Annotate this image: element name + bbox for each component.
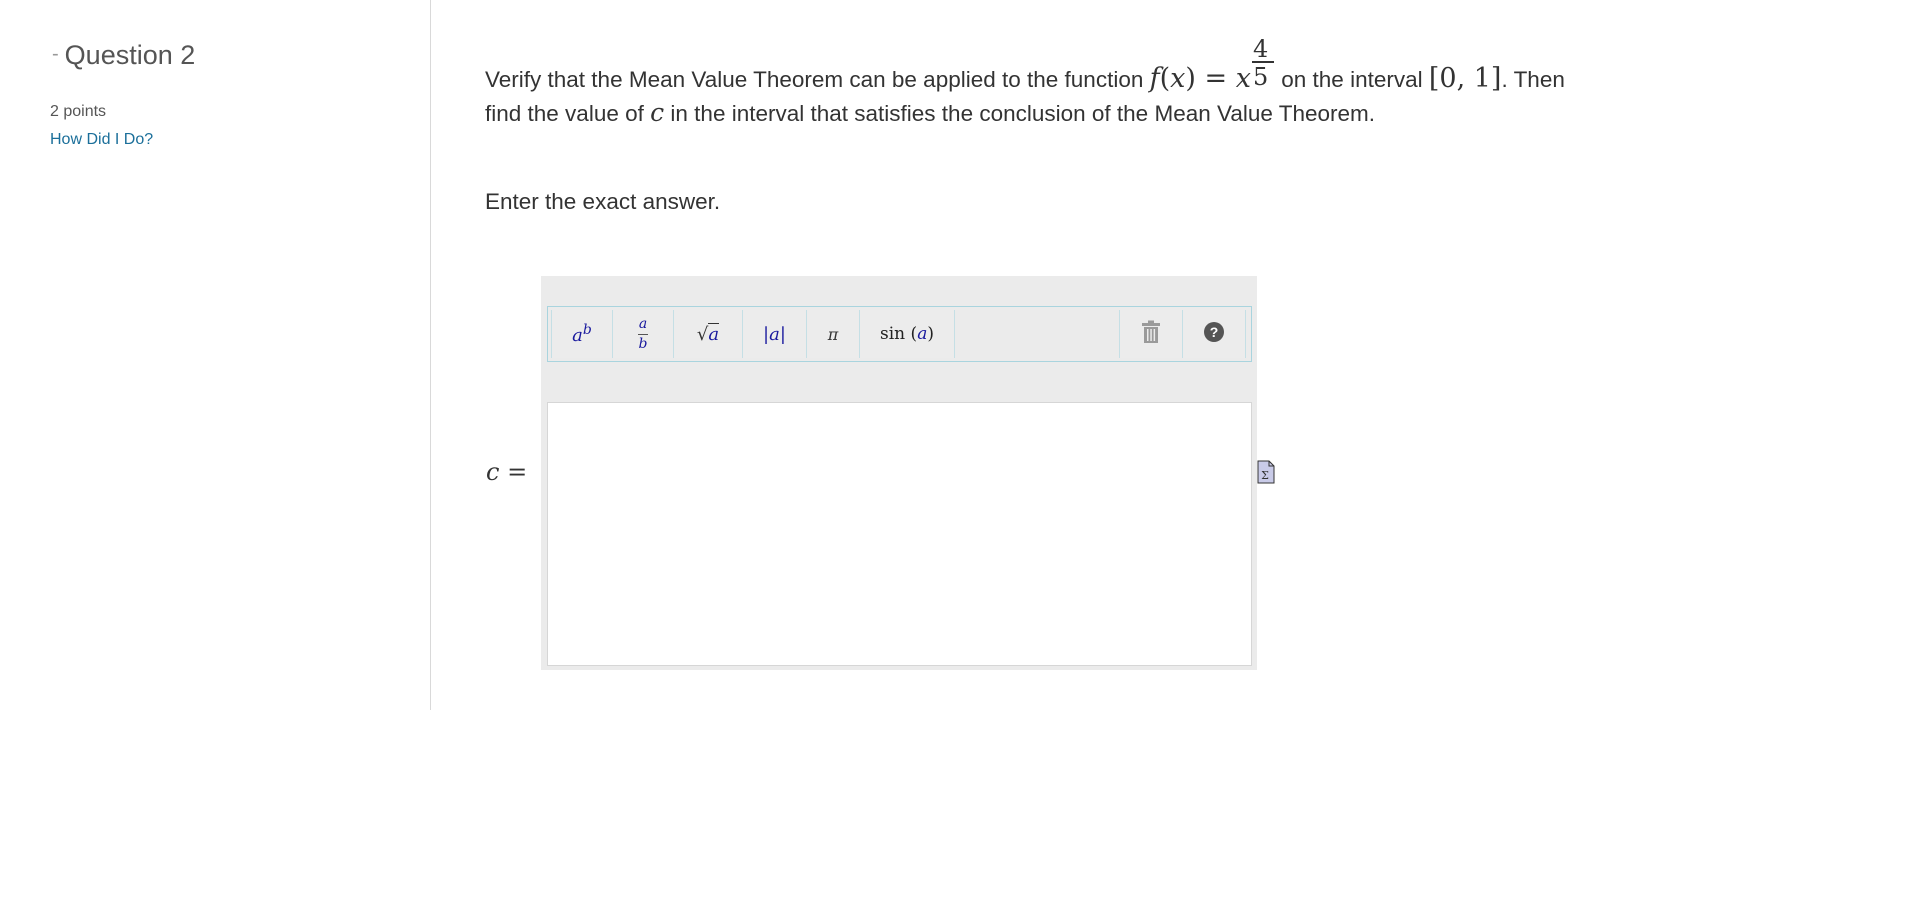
sqrt-icon: √a xyxy=(696,322,720,345)
sin-button[interactable]: sin (a) xyxy=(859,310,955,358)
question-text-part2: on the interval xyxy=(1281,67,1423,92)
math-f: f xyxy=(1149,63,1160,94)
trash-icon xyxy=(1141,320,1161,349)
how-did-i-do-link[interactable]: How Did I Do? xyxy=(50,131,153,149)
math-paren-open: ( xyxy=(1159,63,1171,94)
frac-bar xyxy=(638,333,648,335)
power-exp: b xyxy=(582,322,592,338)
exponent-denominator: 5 xyxy=(1253,63,1269,91)
pi-button[interactable]: π xyxy=(806,310,860,358)
power-button[interactable]: ab xyxy=(551,310,613,358)
question-sidebar: - Question 2 2 points How Did I Do? xyxy=(0,0,431,710)
math-equals: = xyxy=(1204,63,1228,94)
sin-icon: sin (a) xyxy=(880,324,934,344)
equation-toolbar: ab a b √a |a| π sin (a) ? xyxy=(547,306,1252,362)
answer-label-eq: = xyxy=(507,458,528,486)
fraction-icon: a b xyxy=(638,315,648,352)
math-x: x xyxy=(1170,63,1186,94)
sqrt-arg: a xyxy=(708,322,720,345)
sin-arg: a xyxy=(917,324,928,344)
clear-button[interactable] xyxy=(1119,310,1183,358)
question-text-part3: . Then xyxy=(1501,67,1565,92)
answer-label: c = xyxy=(486,458,527,486)
sqrt-button[interactable]: √a xyxy=(673,310,743,358)
question-text-part1: Verify that the Mean Value Theorem can b… xyxy=(485,67,1144,92)
function-expression: f(x) = x45 xyxy=(1149,35,1275,94)
svg-text:Σ: Σ xyxy=(1261,469,1269,482)
math-paren-close: ) xyxy=(1185,63,1196,94)
exponent-fraction: 45 xyxy=(1251,35,1275,91)
math-c: c xyxy=(650,98,665,127)
help-symbol: ? xyxy=(1210,324,1219,340)
question-header[interactable]: - Question 2 xyxy=(52,40,195,71)
frac-den: b xyxy=(638,335,648,352)
question-text-line2a: find the value of xyxy=(485,101,644,126)
abs-button[interactable]: |a| xyxy=(742,310,807,358)
answer-input[interactable] xyxy=(547,402,1252,666)
question-title: Question 2 xyxy=(64,40,196,70)
power-icon: ab xyxy=(572,322,592,346)
abs-arg: a xyxy=(769,323,780,345)
help-icon: ? xyxy=(1203,321,1225,348)
question-points: 2 points xyxy=(50,103,107,120)
question-line-2: find the value of c in the interval that… xyxy=(485,96,1635,130)
question-line-1: Verify that the Mean Value Theorem can b… xyxy=(485,35,1635,96)
frac-num: a xyxy=(638,315,648,332)
sin-fn: sin xyxy=(880,324,906,344)
abs-icon: |a| xyxy=(763,323,786,345)
instruction-text: Enter the exact answer. xyxy=(485,189,721,214)
question-text-line2b: in the interval that satisfies the concl… xyxy=(670,101,1375,126)
fraction-button[interactable]: a b xyxy=(612,310,674,358)
question-text: Verify that the Mean Value Theorem can b… xyxy=(485,35,1635,130)
power-base: a xyxy=(572,325,583,346)
answer-label-var: c xyxy=(486,458,500,486)
previous-content-clipped xyxy=(690,0,770,3)
interval-expression: [0, 1] xyxy=(1428,63,1502,94)
pi-icon: π xyxy=(827,324,839,344)
equation-editor: ab a b √a |a| π sin (a) ? xyxy=(541,276,1257,670)
help-button[interactable]: ? xyxy=(1182,310,1246,358)
equation-editor-toggle-icon[interactable]: Σ xyxy=(1257,460,1275,484)
math-base-x: x xyxy=(1235,63,1251,94)
collapse-icon[interactable]: - xyxy=(52,43,59,65)
